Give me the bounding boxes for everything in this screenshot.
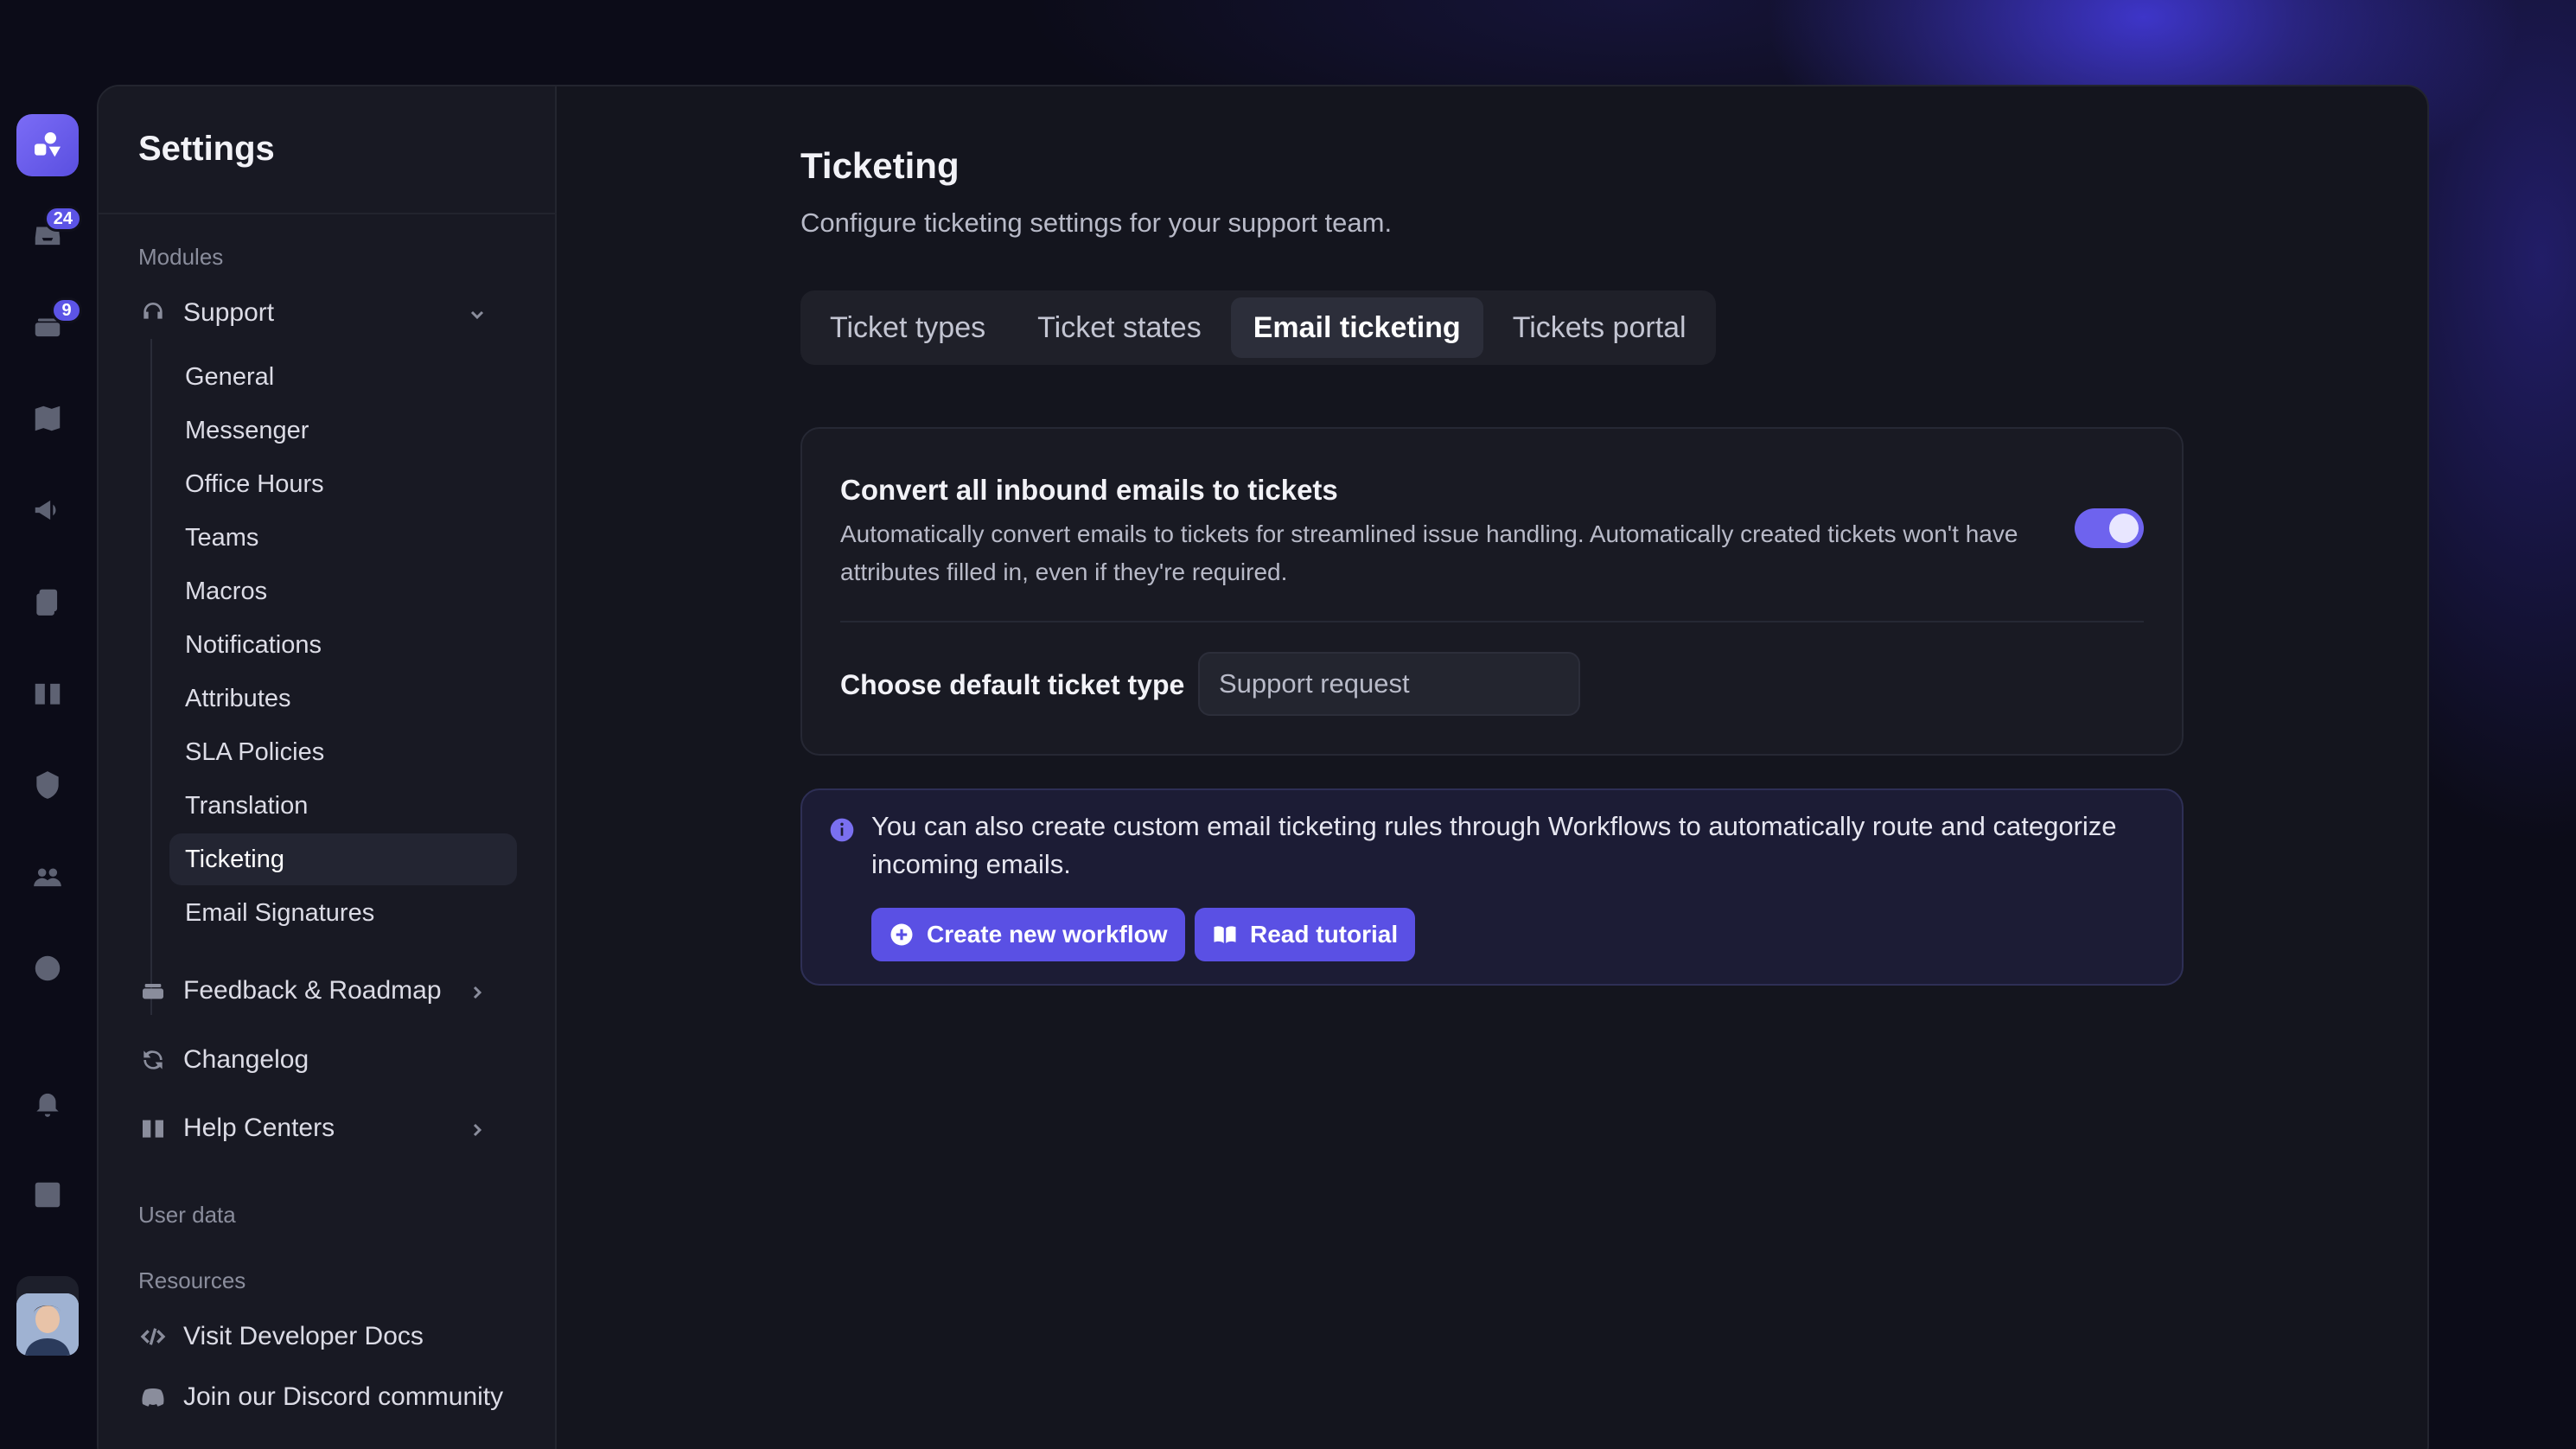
sidebar-item-support[interactable]: Support — [138, 289, 531, 337]
email-ticketing-card: Convert all inbound emails to tickets Au… — [800, 427, 2184, 756]
card-divider — [840, 621, 2144, 622]
icon-rail: 24 9 — [0, 78, 97, 1449]
people-icon — [34, 868, 61, 887]
sidebar-item-discord-label: Join our Discord community — [183, 1382, 504, 1411]
sidebar-item-teams[interactable]: Teams — [169, 512, 517, 564]
book-open-icon — [1214, 926, 1236, 943]
sidebar-item-email-signatures[interactable]: Email Signatures — [169, 887, 517, 939]
modules-section-label: Modules — [138, 244, 224, 270]
sidebar-item-developer-docs-label: Visit Developer Docs — [183, 1322, 424, 1350]
inbox-badge: 24 — [43, 206, 82, 232]
sidebar-item-developer-docs[interactable]: Visit Developer Docs — [138, 1312, 531, 1361]
avatar-portrait-icon — [16, 1293, 79, 1356]
plus-circle-icon — [890, 923, 913, 946]
read-tutorial-button[interactable]: Read tutorial — [1195, 908, 1416, 961]
tab-ticket-states[interactable]: Ticket states — [1015, 297, 1224, 358]
rail-announcements-button[interactable] — [16, 479, 79, 541]
refresh-icon — [138, 1045, 168, 1075]
sidebar-item-feedback-roadmap[interactable]: Feedback & Roadmap — [138, 967, 531, 1015]
sidebar-item-notifications[interactable]: Notifications — [169, 619, 517, 671]
sidebar-item-ticketing[interactable]: Ticketing — [169, 833, 517, 885]
sidebar-item-help-centers-label: Help Centers — [183, 1114, 335, 1142]
convert-emails-title: Convert all inbound emails to tickets — [840, 474, 1338, 506]
chart-icon — [35, 1182, 61, 1208]
sidebar-item-macros[interactable]: Macros — [169, 565, 517, 617]
tab-tickets-portal[interactable]: Tickets portal — [1490, 297, 1709, 358]
sidebar-item-office-hours[interactable]: Office Hours — [169, 458, 517, 510]
rail-analytics-button[interactable] — [16, 1164, 79, 1226]
sidebar-item-changelog[interactable]: Changelog — [138, 1036, 531, 1084]
workflow-info-text: You can also create custom email ticketi… — [871, 811, 2117, 879]
convert-emails-toggle[interactable] — [2075, 508, 2144, 548]
inbox-tray-icon — [138, 976, 168, 1005]
ticketing-tabs: Ticket types Ticket states Email ticketi… — [800, 290, 1716, 365]
map-icon — [35, 405, 61, 431]
rail-notifications-button[interactable] — [16, 1072, 79, 1134]
megaphone-icon — [35, 500, 56, 520]
sidebar-item-support-label: Support — [183, 298, 275, 327]
sidebar-item-sla-policies[interactable]: SLA Policies — [169, 726, 517, 778]
user-data-section-label[interactable]: User data — [138, 1202, 236, 1229]
read-tutorial-label: Read tutorial — [1250, 921, 1399, 948]
rail-globe-button[interactable] — [16, 937, 79, 999]
page-title: Ticketing — [800, 145, 960, 186]
resources-section-label: Resources — [138, 1267, 246, 1293]
chevron-right-icon[interactable] — [467, 980, 488, 1001]
main-content: Ticketing Configure ticketing settings f… — [557, 86, 2427, 1449]
tab-ticket-types[interactable]: Ticket types — [807, 297, 1008, 358]
sidebar-item-help-centers[interactable]: Help Centers — [138, 1104, 531, 1152]
toggle-knob — [2109, 514, 2139, 543]
sidebar-title: Settings — [138, 130, 275, 168]
submenu-guide-line — [150, 339, 152, 1015]
page-subtitle: Configure ticketing settings for your su… — [800, 207, 1393, 238]
book-icon — [35, 683, 61, 705]
documents-icon — [36, 589, 58, 616]
rail-users-button[interactable] — [16, 846, 79, 908]
create-workflow-label: Create new workflow — [927, 921, 1168, 948]
sidebar-item-discord[interactable]: Join our Discord community — [138, 1373, 531, 1421]
sidebar-divider — [99, 213, 557, 214]
sidebar-item-changelog-label: Changelog — [183, 1045, 309, 1074]
rail-documents-button[interactable] — [16, 571, 79, 633]
shield-icon — [36, 771, 59, 799]
rail-security-button[interactable] — [16, 754, 79, 816]
chevron-right-icon[interactable] — [467, 1118, 488, 1139]
book-icon — [138, 1114, 168, 1143]
sidebar-item-attributes[interactable]: Attributes — [169, 673, 517, 724]
chevron-down-icon[interactable] — [467, 303, 488, 323]
globe-icon — [35, 955, 61, 981]
sidebar-item-feedback-label: Feedback & Roadmap — [183, 976, 442, 1005]
rail-roadmap-button[interactable] — [16, 387, 79, 450]
create-workflow-button[interactable]: Create new workflow — [871, 908, 1185, 961]
convert-emails-description: Automatically convert emails to tickets … — [840, 520, 2018, 585]
app-logo-icon — [35, 132, 61, 157]
code-icon — [138, 1322, 168, 1351]
tickets-badge: 9 — [51, 297, 82, 323]
info-icon — [828, 816, 856, 844]
settings-sidebar: Settings Modules Support General Messeng… — [99, 86, 557, 1449]
rail-inbox-button[interactable]: 24 — [16, 204, 82, 266]
support-icon — [138, 298, 168, 328]
default-ticket-type-select[interactable]: Support request — [1198, 652, 1580, 716]
sidebar-item-translation[interactable]: Translation — [169, 780, 517, 832]
bell-icon — [36, 1093, 59, 1117]
workflow-info-callout: You can also create custom email ticketi… — [800, 788, 2184, 986]
discord-icon — [138, 1382, 168, 1412]
user-avatar[interactable] — [16, 1293, 79, 1356]
rail-tickets-button[interactable]: 9 — [16, 296, 82, 358]
default-ticket-type-label: Choose default ticket type — [840, 669, 1185, 700]
settings-window: Settings Modules Support General Messeng… — [97, 85, 2429, 1449]
app-logo-button[interactable] — [16, 114, 79, 176]
rail-help-center-button[interactable] — [16, 662, 79, 724]
tab-email-ticketing[interactable]: Email ticketing — [1230, 297, 1483, 358]
sidebar-item-messenger[interactable]: Messenger — [169, 405, 517, 456]
sidebar-item-general[interactable]: General — [169, 351, 517, 403]
